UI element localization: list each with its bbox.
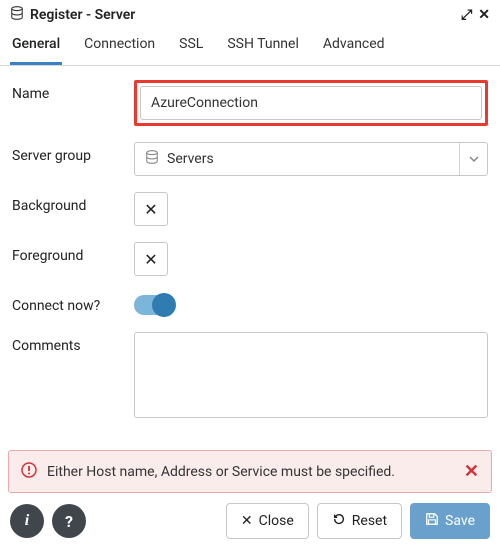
reset-icon: [332, 512, 346, 530]
titlebar: Register - Server ⤢ ✕: [0, 0, 500, 28]
comments-label: Comments: [12, 332, 120, 356]
tab-ssl[interactable]: SSL: [177, 28, 205, 65]
tabs: General Connection SSL SSH Tunnel Advanc…: [0, 28, 500, 66]
tab-ssh-tunnel[interactable]: SSH Tunnel: [225, 28, 301, 65]
server-group-select[interactable]: Servers: [134, 142, 488, 176]
chevron-down-icon[interactable]: [459, 143, 487, 175]
x-icon: ✕: [144, 250, 157, 269]
background-clear-button[interactable]: ✕: [134, 192, 168, 226]
server-group-value: Servers: [167, 151, 459, 167]
close-button[interactable]: ✕ Close: [226, 503, 309, 539]
foreground-label: Foreground: [12, 242, 120, 266]
footer: i ? ✕ Close Reset Save: [0, 493, 500, 549]
error-message: Either Host name, Address or Service mus…: [47, 464, 454, 480]
foreground-clear-button[interactable]: ✕: [134, 242, 168, 276]
save-button[interactable]: Save: [410, 503, 490, 539]
reset-button[interactable]: Reset: [317, 503, 402, 539]
toggle-knob: [152, 293, 176, 317]
tab-connection[interactable]: Connection: [82, 28, 157, 65]
help-button[interactable]: ?: [52, 504, 86, 538]
tab-advanced[interactable]: Advanced: [321, 28, 387, 65]
name-label: Name: [12, 80, 120, 104]
window-title: Register - Server: [30, 7, 135, 23]
save-icon: [425, 512, 439, 530]
expand-icon[interactable]: ⤢: [461, 7, 472, 23]
error-icon: [21, 462, 37, 482]
tab-general[interactable]: General: [10, 28, 62, 65]
name-highlight: [134, 80, 488, 126]
reset-button-label: Reset: [352, 513, 387, 529]
x-icon: ✕: [144, 200, 157, 219]
close-button-label: Close: [259, 513, 294, 529]
info-icon: i: [25, 512, 29, 530]
x-icon: ✕: [241, 513, 253, 529]
background-label: Background: [12, 192, 120, 216]
connect-now-toggle[interactable]: [134, 295, 174, 315]
comments-textarea[interactable]: [134, 332, 488, 418]
error-banner: Either Host name, Address or Service mus…: [8, 450, 492, 493]
info-button[interactable]: i: [10, 504, 44, 538]
save-button-label: Save: [445, 513, 475, 529]
database-icon: [10, 6, 24, 24]
close-window-icon[interactable]: ✕: [478, 7, 490, 23]
server-group-label: Server group: [12, 142, 120, 166]
connect-now-label: Connect now?: [12, 292, 120, 316]
help-icon: ?: [65, 512, 73, 531]
servers-icon: [145, 150, 159, 168]
name-input[interactable]: [140, 86, 482, 120]
form-general: Name Server group Servers Background: [0, 66, 500, 422]
error-dismiss-icon[interactable]: ✕: [464, 461, 479, 482]
